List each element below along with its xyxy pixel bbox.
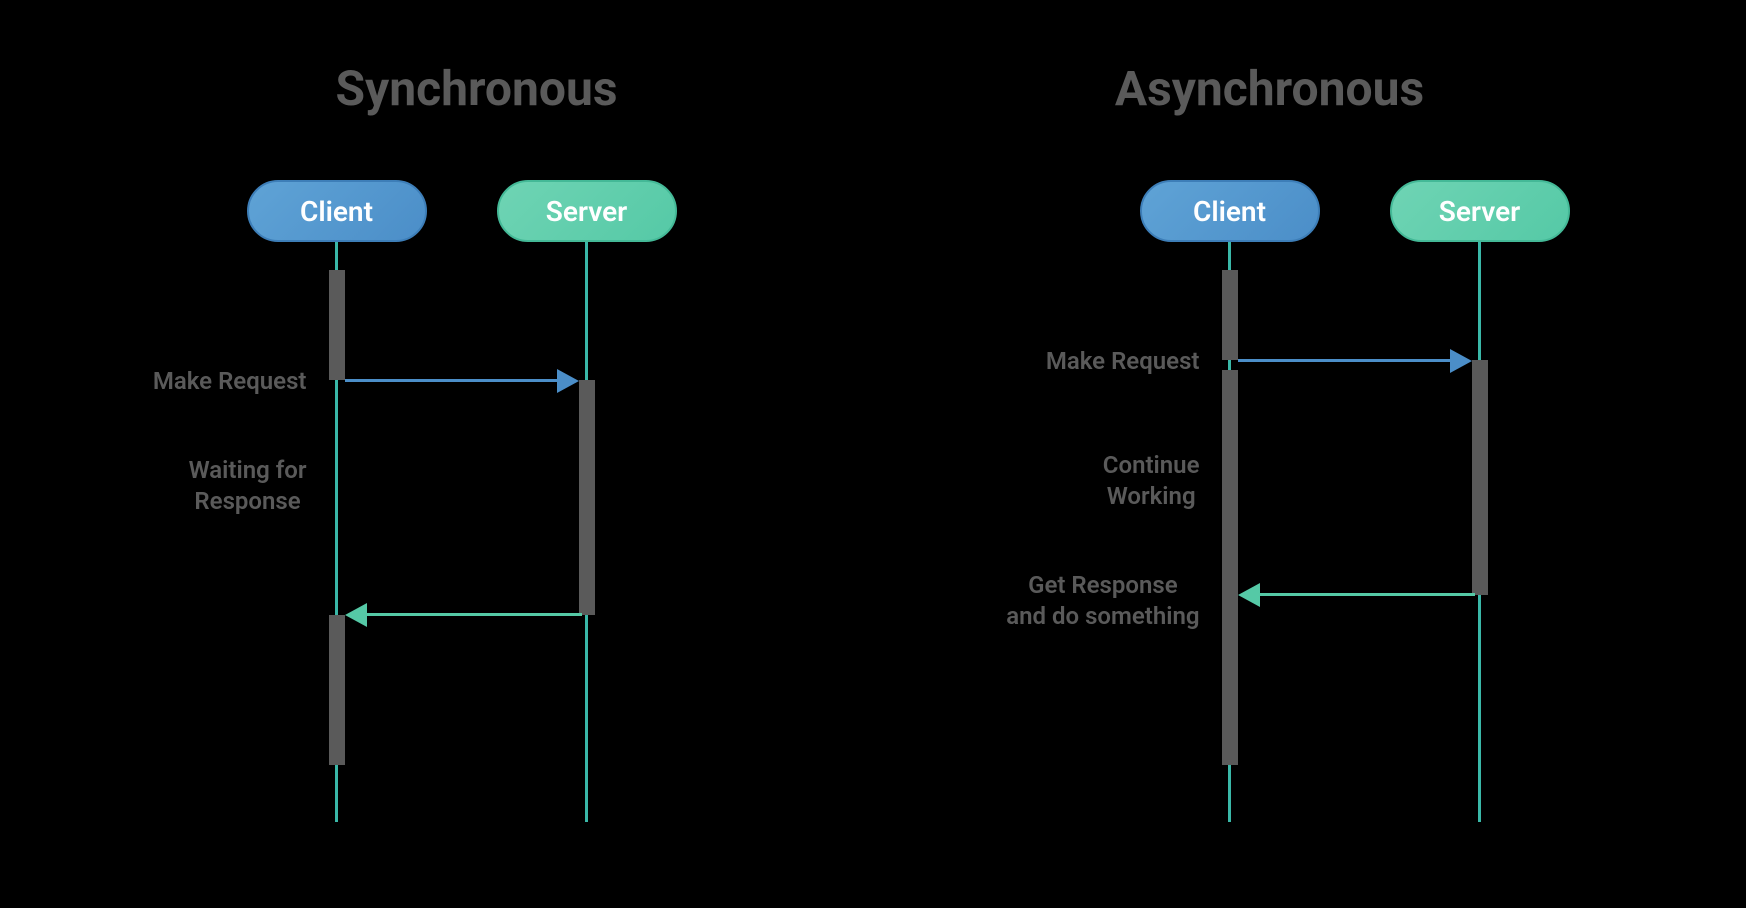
sync-client-pill: Client bbox=[247, 180, 427, 242]
sync-response-arrowhead bbox=[345, 603, 367, 627]
async-title: Asynchronous bbox=[920, 60, 1620, 117]
sync-server-pill: Server bbox=[497, 180, 677, 242]
async-server-label: Server bbox=[1439, 195, 1520, 228]
async-client-activation-top bbox=[1222, 270, 1238, 360]
async-request-arrow-line bbox=[1238, 359, 1453, 362]
async-make-request-label: Make Request bbox=[1046, 346, 1200, 377]
sync-waiting-label: Waiting for Response bbox=[189, 455, 307, 517]
async-request-arrowhead bbox=[1450, 349, 1472, 373]
async-server-activation bbox=[1472, 360, 1488, 595]
sync-request-arrow-line bbox=[345, 379, 560, 382]
async-continue-label: Continue Working bbox=[1103, 450, 1200, 512]
async-client-pill: Client bbox=[1140, 180, 1320, 242]
sync-server-activation bbox=[579, 380, 595, 615]
async-response-arrowhead bbox=[1238, 583, 1260, 607]
async-client-label: Client bbox=[1193, 195, 1266, 228]
synchronous-diagram: Synchronous Client Server Make Request W… bbox=[127, 60, 827, 840]
async-server-pill: Server bbox=[1390, 180, 1570, 242]
sync-client-activation-top bbox=[329, 270, 345, 380]
sync-server-label: Server bbox=[546, 195, 627, 228]
sync-make-request-label: Make Request bbox=[153, 366, 307, 397]
async-client-activation-middle bbox=[1222, 370, 1238, 765]
sync-title: Synchronous bbox=[127, 60, 827, 117]
asynchronous-diagram: Asynchronous Client Server Make Request … bbox=[920, 60, 1620, 840]
sync-client-label: Client bbox=[300, 195, 373, 228]
async-response-arrow-line bbox=[1260, 593, 1475, 596]
sync-request-arrowhead bbox=[557, 369, 579, 393]
async-get-response-label: Get Response and do something bbox=[1006, 570, 1199, 632]
sync-client-activation-bottom bbox=[329, 615, 345, 765]
sync-response-arrow-line bbox=[367, 613, 582, 616]
